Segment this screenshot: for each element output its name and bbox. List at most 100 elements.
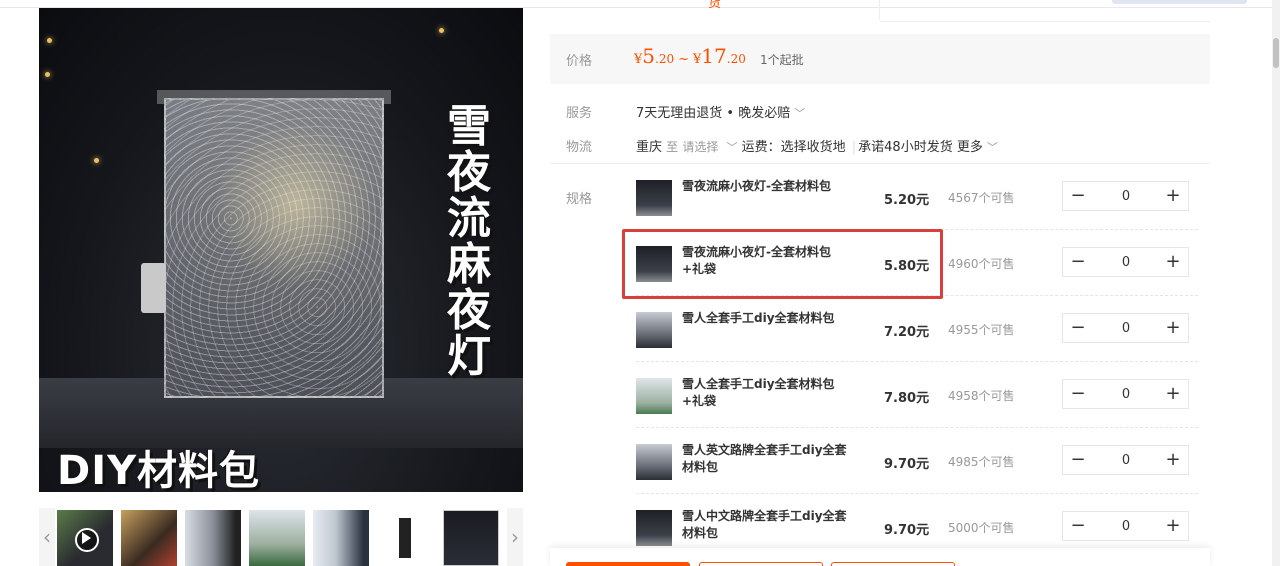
- chevron-right-icon[interactable]: ›: [507, 508, 523, 566]
- sku-thumbnail[interactable]: [636, 510, 672, 546]
- highlight-box: [622, 229, 943, 299]
- sku-price: 9.70元: [884, 523, 930, 538]
- sku-stock: 4955个可售: [948, 323, 1015, 337]
- sku-stock: 4958个可售: [948, 389, 1015, 403]
- service-dropdown[interactable]: 7天无理由退货 • 晚发必赔 ﹀: [636, 102, 805, 121]
- sku-price: 5.20元: [884, 193, 930, 208]
- decrement-button[interactable]: −: [1063, 512, 1093, 540]
- increment-button[interactable]: +: [1158, 314, 1188, 342]
- box-clip: [141, 263, 166, 313]
- thumbnail[interactable]: [377, 510, 433, 566]
- chevron-down-icon[interactable]: ﹀: [987, 139, 998, 155]
- quantity-stepper: − 0 +: [1062, 379, 1189, 409]
- to-word: 至: [666, 140, 679, 154]
- vertical-title: 雪 夜 流 麻 夜 灯: [439, 104, 499, 380]
- logistics-values: 重庆 至 请选择 ﹀ 运费：选择收货地 | 承诺48小时发货 更多 ﹀: [636, 136, 998, 155]
- increment-button[interactable]: +: [1158, 512, 1188, 540]
- separator: |: [851, 140, 857, 155]
- sku-row: 雪人全套手工diy全套材料包 7.20元 4955个可售 − 0 +: [636, 296, 1198, 362]
- sku-price: 7.20元: [884, 325, 930, 340]
- sku-row: 雪人全套手工diy全套材料包+礼袋 7.80元 4958个可售 − 0 +: [636, 362, 1198, 428]
- primary-action-button[interactable]: [566, 562, 690, 566]
- quantity-stepper: − 0 +: [1062, 313, 1189, 343]
- chevron-down-icon: ﹀: [794, 107, 806, 120]
- decrement-button[interactable]: −: [1063, 446, 1093, 474]
- chevron-left-icon[interactable]: ‹: [39, 508, 55, 566]
- top-button-partial[interactable]: [1112, 0, 1247, 4]
- shipping-promise: 承诺48小时发货: [858, 140, 953, 155]
- title-char: 麻: [447, 239, 491, 290]
- quantity-stepper: − 0 +: [1062, 181, 1189, 211]
- quantity-stepper: − 0 +: [1062, 511, 1189, 541]
- thumbnail[interactable]: [121, 510, 177, 566]
- title-char: 灯: [447, 331, 491, 382]
- secondary-action-button[interactable]: [699, 562, 823, 566]
- tab-partial[interactable]: 货: [550, 0, 880, 20]
- logistics-row: 物流 重庆 至 请选择 ﹀ 运费：选择收货地 | 承诺48小时发货 更多 ﹀: [550, 130, 1210, 160]
- decrement-button[interactable]: −: [1063, 314, 1093, 342]
- sku-thumbnail[interactable]: [636, 312, 672, 348]
- bokeh-light: [45, 72, 50, 77]
- quantity-input[interactable]: 0: [1097, 255, 1155, 270]
- moq-note: 1个起批: [760, 53, 804, 67]
- sku-name: 雪人全套手工diy全套材料包+礼袋: [682, 377, 835, 408]
- sku-thumbnail[interactable]: [636, 444, 672, 480]
- page-scrollbar[interactable]: [1272, 0, 1280, 566]
- sku-thumbnail[interactable]: [636, 180, 672, 216]
- increment-button[interactable]: +: [1158, 380, 1188, 408]
- sku-stock: 4567个可售: [948, 191, 1015, 205]
- scrollbar-thumb[interactable]: [1273, 38, 1279, 68]
- quantity-input[interactable]: 0: [1097, 519, 1155, 534]
- price-range: ¥5.20 ~ ¥17.20: [634, 44, 746, 68]
- bokeh-light: [47, 38, 52, 43]
- service-value: 7天无理由退货 • 晚发必赔: [636, 106, 791, 121]
- sku-price: 7.80元: [884, 391, 930, 406]
- thumbnail-video[interactable]: [57, 510, 113, 566]
- decrement-button[interactable]: −: [1063, 380, 1093, 408]
- main-product-image[interactable]: 雪 夜 流 麻 夜 灯 DIY材料包: [39, 8, 523, 492]
- sku-name: 雪人英文路牌全套手工diy全套材料包: [682, 443, 847, 474]
- sku-name: 雪人全套手工diy全套材料包: [682, 311, 835, 325]
- tertiary-action-button[interactable]: [831, 562, 955, 566]
- price-min-dec: .20: [655, 52, 675, 66]
- increment-button[interactable]: +: [1158, 446, 1188, 474]
- title-char: 夜: [447, 147, 491, 198]
- shipping-fee: 运费：选择收货地: [741, 140, 846, 155]
- more-link[interactable]: 更多: [957, 140, 983, 155]
- sku-row: 雪人英文路牌全套手工diy全套材料包 9.70元 4985个可售 − 0 +: [636, 428, 1198, 494]
- thumbnail[interactable]: [313, 510, 369, 566]
- acrylic-box: [164, 98, 384, 398]
- service-row: 服务 7天无理由退货 • 晚发必赔 ﹀: [550, 96, 1210, 126]
- action-bar: [550, 548, 1210, 566]
- thumbnail[interactable]: [443, 510, 499, 566]
- destination-select[interactable]: 请选择: [682, 140, 718, 154]
- quantity-stepper: − 0 +: [1062, 445, 1189, 475]
- quantity-input[interactable]: 0: [1097, 387, 1155, 402]
- sku-name: 雪夜流麻小夜灯-全套材料包: [682, 179, 831, 193]
- increment-button[interactable]: +: [1158, 248, 1188, 276]
- play-icon: [82, 532, 91, 544]
- sku-stock: 5000个可售: [948, 521, 1015, 535]
- thumbnail[interactable]: [249, 510, 305, 566]
- sku-stock: 4985个可售: [948, 455, 1015, 469]
- sku-price: 9.70元: [884, 457, 930, 472]
- thumbnail[interactable]: [185, 510, 241, 566]
- thumbnail-strip: ‹ ›: [39, 508, 523, 566]
- bokeh-light: [439, 28, 444, 33]
- bokeh-light: [94, 158, 99, 163]
- price-max-int: 17: [701, 44, 727, 68]
- ship-from: 重庆: [636, 140, 663, 155]
- sku-name: 雪人中文路牌全套手工diy全套材料包: [682, 509, 847, 540]
- quantity-input[interactable]: 0: [1097, 321, 1155, 336]
- decrement-button[interactable]: −: [1063, 248, 1093, 276]
- quantity-stepper: − 0 +: [1062, 247, 1189, 277]
- price-label: 价格: [566, 54, 593, 69]
- increment-button[interactable]: +: [1158, 182, 1188, 210]
- chevron-down-icon[interactable]: ﹀: [726, 139, 737, 155]
- quantity-input[interactable]: 0: [1097, 189, 1155, 204]
- price-tilde: ~: [678, 52, 690, 67]
- sku-thumbnail[interactable]: [636, 378, 672, 414]
- decrement-button[interactable]: −: [1063, 182, 1093, 210]
- quantity-input[interactable]: 0: [1097, 453, 1155, 468]
- title-char: 夜: [447, 285, 491, 336]
